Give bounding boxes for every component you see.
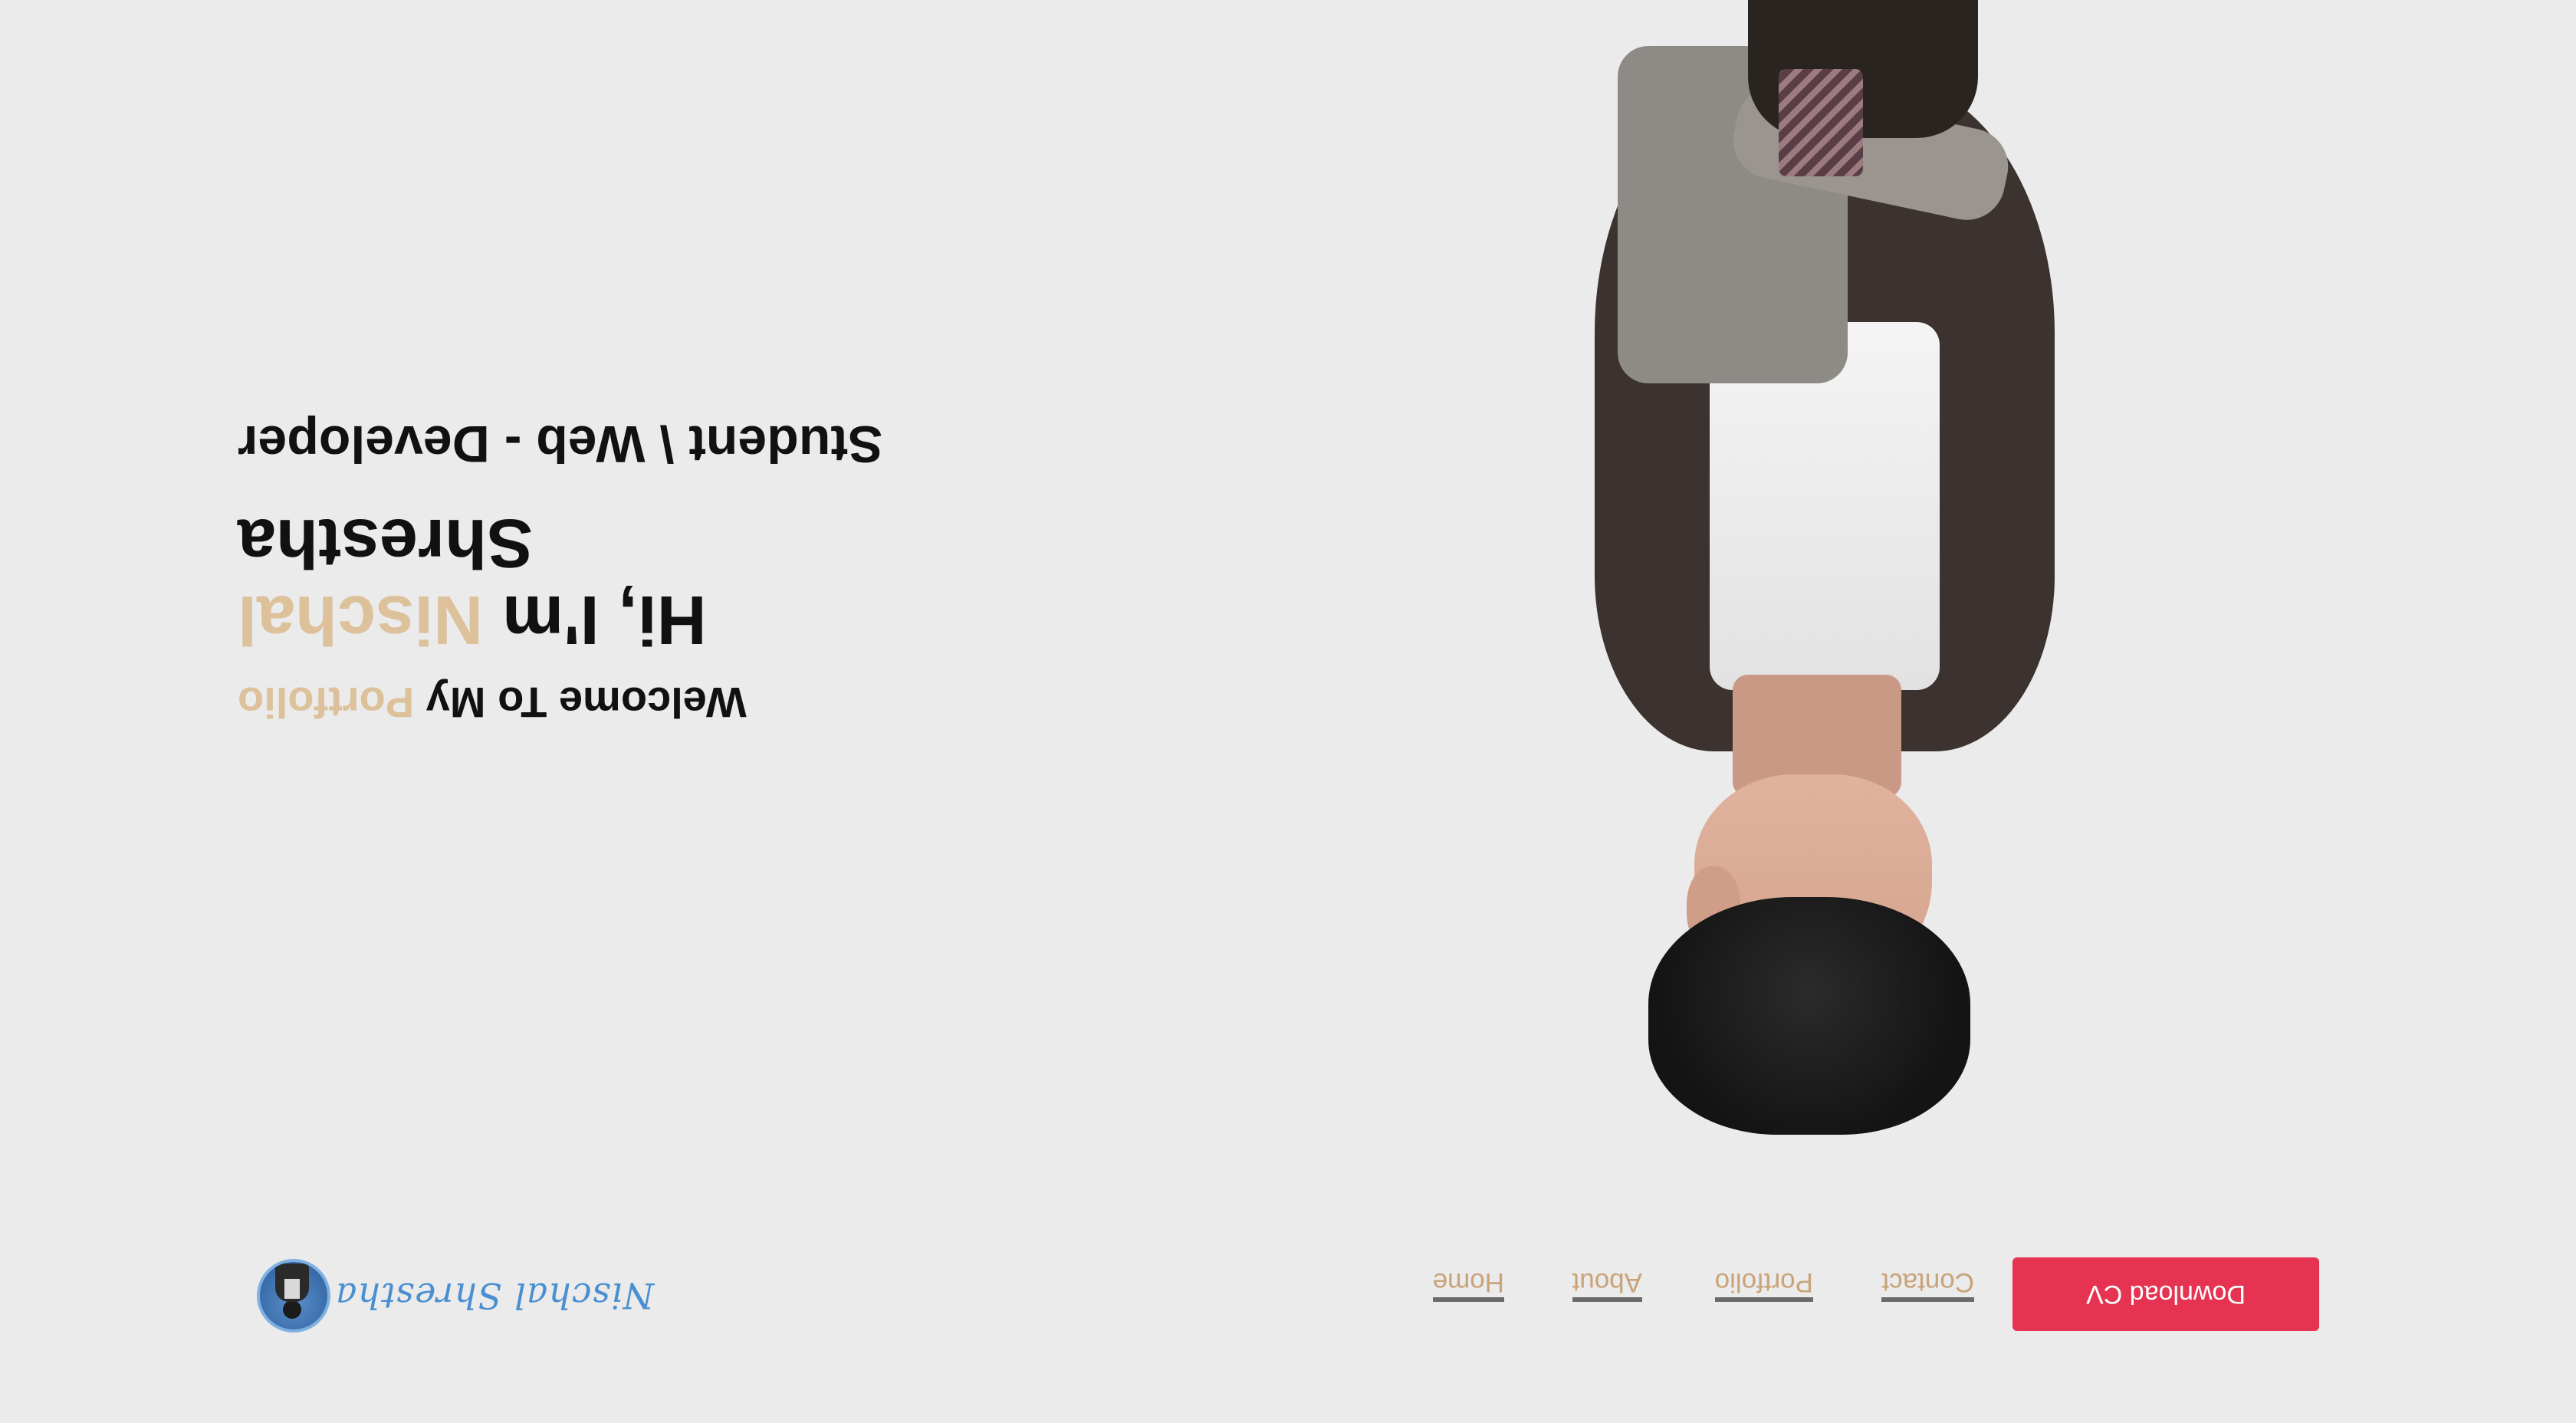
nav-link-portfolio[interactable]: Portfolio: [1714, 1267, 1813, 1310]
portrait-photo-icon: [1549, 0, 2101, 1150]
hero-first-name: Nischal: [238, 581, 484, 658]
hero-headline: Hi, I'm Nischal: [238, 581, 897, 658]
hero-last-name-line: Shrestha: [238, 504, 897, 581]
brand-logo[interactable]: Nischal Shrestha: [257, 1257, 654, 1334]
hero-welcome: Welcome To My Portfolio: [238, 678, 897, 728]
page-root: Nischal Shrestha Home About Portfolio Co…: [0, 0, 2576, 1423]
nav-underline: [1432, 1297, 1504, 1302]
photo-pattern-shape: [1779, 69, 1863, 176]
hero-greeting: Hi, I'm: [502, 581, 707, 658]
nav-underline: [1714, 1297, 1813, 1302]
nav-link-label: Contact: [1881, 1267, 1974, 1297]
hero-role: Student \ Web - Developer: [238, 415, 883, 473]
nav-underline: [1572, 1297, 1642, 1302]
nav-link-label: About: [1572, 1267, 1642, 1297]
nav-underline: [1881, 1297, 1974, 1302]
nav-link-contact[interactable]: Contact: [1881, 1267, 1974, 1310]
photo-hair-shape: [1648, 897, 1970, 1135]
download-cv-button[interactable]: Download CV: [2013, 1257, 2319, 1331]
navbar: Nischal Shrestha Home About Portfolio Co…: [0, 1257, 2576, 1334]
hero-section: Welcome To My Portfolio Hi, I'm Nischal …: [238, 414, 897, 728]
hero-welcome-accent: Portfolio: [238, 679, 415, 727]
nav-link-label: Portfolio: [1714, 1267, 1813, 1297]
hero-welcome-text: Welcome To My: [426, 679, 747, 727]
nav-link-label: Home: [1432, 1267, 1504, 1297]
hero-last-name: Shrestha: [238, 504, 534, 581]
nav-link-home[interactable]: Home: [1432, 1267, 1504, 1310]
avatar-shirt-shape: [284, 1279, 300, 1299]
brand-name: Nischal Shrestha: [335, 1275, 655, 1316]
nav-link-about[interactable]: About: [1572, 1267, 1642, 1310]
avatar: [257, 1259, 330, 1333]
avatar-head-shape: [283, 1300, 301, 1319]
